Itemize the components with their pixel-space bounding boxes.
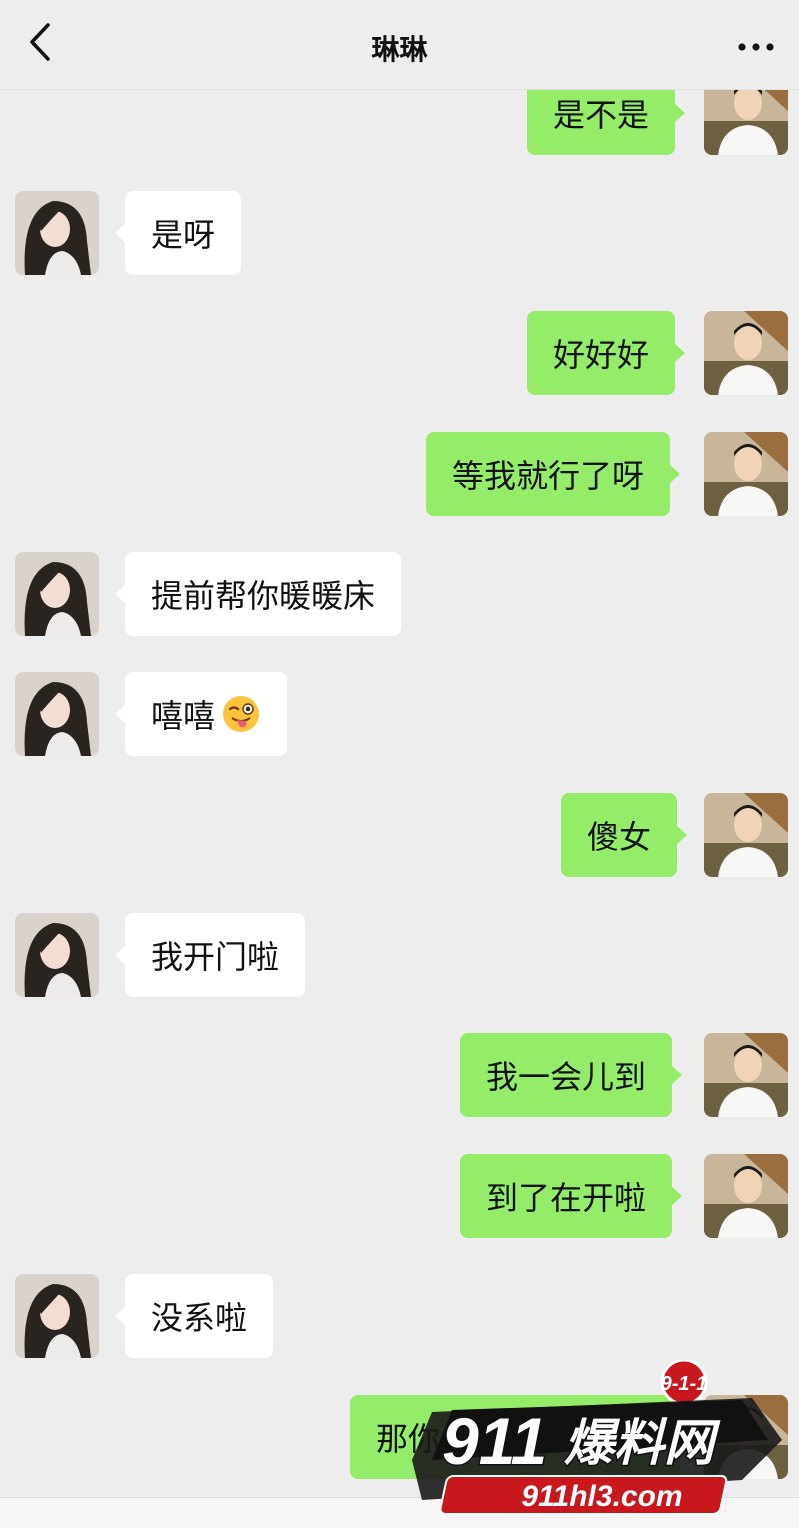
chat-area[interactable]: 是不是 是呀 好好好 等我就行了呀 提前帮你暖暖床 嘻嘻 傻女 我开门啦 我一会… [0,0,799,1528]
message-text: 没系啦 [151,1299,248,1337]
my-avatar[interactable] [704,1154,788,1238]
watermark-brand: 爆料网 [564,1414,721,1472]
message-text: 等我就行了呀 [452,457,645,495]
message-bubble-incoming[interactable]: 嘻嘻 [114,672,288,756]
message-bubble-incoming[interactable]: 没系啦 [114,1274,274,1358]
message-text: 是呀 [151,216,216,254]
message-bubble-outgoing[interactable]: 傻女 [561,793,688,877]
my-avatar[interactable] [704,1033,788,1117]
message-bubble-outgoing[interactable]: 我一会儿到 [460,1033,683,1117]
more-options-button[interactable] [731,28,781,62]
message-text: 好好好 [553,336,650,374]
message-bubble-outgoing[interactable]: 好好好 [527,311,686,395]
message-bubble-incoming[interactable]: 我开门啦 [114,913,306,997]
watermark-badge: 9-1-1 [661,1373,708,1395]
chat-header: 琳琳 [0,0,799,90]
contact-avatar[interactable] [15,913,99,997]
more-dots-icon [738,36,774,55]
contact-avatar[interactable] [15,191,99,275]
my-avatar[interactable] [704,793,788,877]
my-avatar[interactable] [704,311,788,395]
message-bubble-incoming[interactable]: 是呀 [114,191,242,275]
winking-tongue-emoji-icon [221,694,261,734]
message-text: 我开门啦 [151,938,280,976]
message-bubble-outgoing[interactable]: 到了在开啦 [460,1154,683,1238]
watermark-url: 911hl3.com [521,1480,682,1513]
watermark-number: 911 [442,1404,547,1478]
message-text: 到了在开啦 [486,1179,647,1217]
watermark-logo: 9-1-1 911 爆料网 911hl3.com [412,1358,799,1528]
contact-avatar[interactable] [15,552,99,636]
message-text: 提前帮你暖暖床 [151,577,376,615]
message-text: 是不是 [553,96,650,134]
contact-avatar[interactable] [15,672,99,756]
chat-title: 琳琳 [371,33,428,66]
contact-avatar[interactable] [15,1274,99,1358]
message-bubble-outgoing[interactable]: 等我就行了呀 [426,432,681,516]
message-bubble-incoming[interactable]: 提前帮你暖暖床 [114,552,402,636]
message-text: 傻女 [587,818,652,856]
message-text: 我一会儿到 [486,1058,647,1096]
my-avatar[interactable] [704,432,788,516]
message-text: 嘻嘻 [151,697,216,735]
